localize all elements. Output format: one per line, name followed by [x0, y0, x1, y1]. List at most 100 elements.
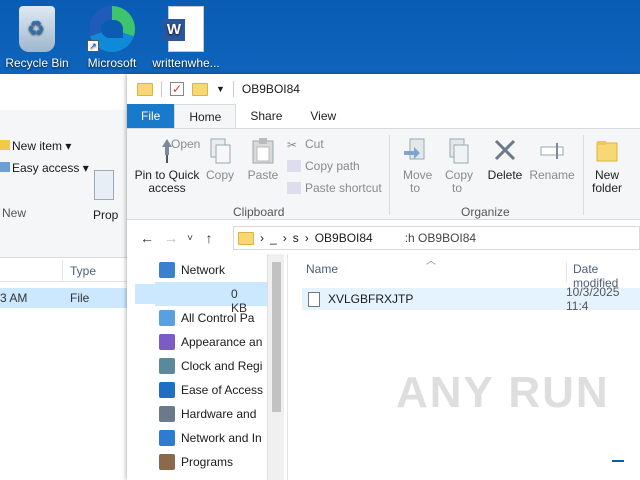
word-document-icon	[163, 6, 204, 52]
paste-shortcut-button[interactable]: Paste shortcut	[287, 181, 382, 195]
properties-check-icon[interactable]: ✓	[170, 82, 184, 96]
background-glimpse-text: ge	[112, 76, 126, 90]
nav-item[interactable]: Appearance an	[159, 330, 265, 354]
clipboard-group-label: Clipboard	[233, 205, 285, 219]
explorer-window: ✓ ▼ OB9BOI84 File Home Share View Pin to…	[127, 74, 640, 480]
copy-path-icon	[287, 160, 301, 172]
rename-icon	[539, 137, 565, 165]
new-group-label: New	[2, 206, 27, 220]
forward-arrow-icon[interactable]: →	[159, 230, 183, 246]
cut-label: Cut	[305, 137, 324, 151]
move-to-icon	[402, 137, 428, 165]
date-column-header[interactable]: Date modified	[566, 262, 640, 290]
file-date: 10/3/2025 11:4	[566, 285, 620, 313]
properties-label: Prop	[93, 208, 119, 222]
nav-item[interactable]: Hardware and	[159, 402, 265, 426]
nav-item-label: Ease of Access	[181, 383, 264, 397]
copy-icon	[207, 137, 233, 165]
copy-to-icon	[444, 137, 470, 165]
nav-item[interactable]: Programs	[159, 450, 265, 474]
shortcut-arrow-icon: ↗	[87, 40, 99, 52]
nav-item-label: Network and In	[181, 431, 262, 445]
open-button-fragment[interactable]: Open	[155, 137, 200, 151]
nav-item[interactable]: Ease of Access	[159, 378, 265, 402]
background-tabs: ge	[0, 74, 135, 104]
file-row[interactable]: XVLGBFRXJTP 10/3/2025 11:4	[302, 285, 640, 313]
address-field[interactable]: › _ › s › OB9BOI84 :h OB9BOI84	[233, 226, 640, 250]
recycle-bin-desktop-icon[interactable]: Recycle Bin	[0, 4, 77, 70]
new-folder-icon	[594, 137, 620, 165]
tab-share[interactable]: Share	[236, 104, 296, 128]
nav-item[interactable]: Network and In	[159, 426, 265, 450]
nav-scrollbar[interactable]	[267, 254, 284, 480]
row-type: File	[70, 291, 90, 305]
nav-item[interactable]: Clock and Regi	[159, 354, 265, 378]
properties-icon[interactable]	[94, 170, 114, 200]
address-folder-icon	[238, 231, 254, 245]
rename-label: Rename	[529, 168, 575, 182]
new-folder-button[interactable]: New folder	[589, 137, 625, 195]
rename-button[interactable]: Rename	[529, 137, 575, 182]
desktop-icon-label: Recycle Bin	[5, 56, 69, 70]
tab-file[interactable]: File	[127, 104, 175, 128]
background-file-row[interactable]: 3 AM File	[0, 288, 135, 308]
file-icon	[308, 291, 320, 307]
breadcrumb-segment[interactable]: _	[270, 231, 277, 245]
type-column-header[interactable]: Type	[70, 264, 96, 278]
name-column-header[interactable]: Name	[306, 262, 338, 276]
breadcrumb-segment[interactable]: s	[293, 231, 299, 245]
window-title: OB9BOI84	[241, 82, 300, 96]
cut-button[interactable]: ✂ Cut	[287, 137, 324, 152]
nav-item[interactable]: Network	[159, 258, 265, 282]
scissors-icon: ✂	[287, 138, 298, 152]
copy-path-button[interactable]: Copy path	[287, 159, 360, 173]
nav-item-icon	[159, 358, 175, 374]
address-bar-row: ← → ˅ ↑ › _ › s › OB9BOI84 :h OB9BOI84	[127, 224, 640, 252]
row-time: 3 AM	[0, 291, 28, 305]
nav-scroll-thumb[interactable]	[272, 262, 281, 412]
easy-access-label: Easy access	[12, 161, 80, 175]
tab-view[interactable]: View	[296, 104, 350, 128]
new-folder-quick-icon[interactable]	[192, 82, 208, 96]
new-item-button[interactable]: New item ▾	[0, 139, 71, 153]
delete-x-icon	[492, 137, 518, 165]
quick-access-dropdown-icon[interactable]: ▼	[216, 84, 225, 94]
column-header: ︿ Name Date modified	[288, 254, 640, 290]
recycle-bin-icon	[19, 6, 55, 52]
paste-icon	[250, 137, 276, 165]
title-bar: ✓ ▼ OB9BOI84	[127, 74, 640, 104]
nav-item-label: Clock and Regi	[181, 359, 263, 373]
paste-shortcut-label: Paste shortcut	[305, 181, 382, 195]
move-to-button[interactable]: Move to	[397, 137, 433, 195]
paste-label: Paste	[247, 168, 279, 182]
open-label: Open	[171, 137, 201, 151]
edge-desktop-icon[interactable]: ↗ Microsoft	[72, 4, 152, 70]
background-ribbon: New item ▾ Easy access ▾ Prop New	[0, 110, 135, 258]
copy-path-label: Copy path	[305, 159, 360, 173]
background-column-header: Type	[0, 260, 135, 282]
paste-button[interactable]: Paste	[245, 137, 281, 182]
nav-item-label: Hardware and	[181, 407, 257, 421]
copy-to-label: Copy to	[445, 168, 474, 195]
nav-item-icon	[159, 262, 175, 278]
word-doc-desktop-icon[interactable]: writtenwhe...	[146, 4, 226, 70]
easy-access-button[interactable]: Easy access ▾	[0, 161, 89, 175]
new-folder-label: New folder	[591, 168, 623, 195]
anyrun-watermark: ANY RUN	[396, 368, 610, 417]
copy-label: Copy	[205, 168, 234, 182]
delete-button[interactable]: Delete	[485, 137, 525, 182]
search-box-text[interactable]: :h OB9BOI84	[405, 231, 476, 245]
back-arrow-icon[interactable]: ←	[135, 230, 159, 246]
copy-to-button[interactable]: Copy to	[439, 137, 475, 195]
nav-item-icon	[159, 310, 175, 326]
recent-dropdown-icon[interactable]: ˅	[183, 233, 197, 244]
tab-home[interactable]: Home	[174, 104, 237, 128]
pin-label: Pin to Quick access	[134, 168, 200, 195]
nav-item-icon	[159, 454, 175, 470]
copy-button[interactable]: Copy	[203, 137, 237, 182]
breadcrumb-current[interactable]: OB9BOI84	[315, 231, 373, 245]
file-name: XVLGBFRXJTP	[328, 292, 414, 306]
nav-item-icon	[159, 406, 175, 422]
delete-label: Delete	[487, 168, 523, 182]
up-arrow-icon[interactable]: ↑	[197, 230, 221, 246]
